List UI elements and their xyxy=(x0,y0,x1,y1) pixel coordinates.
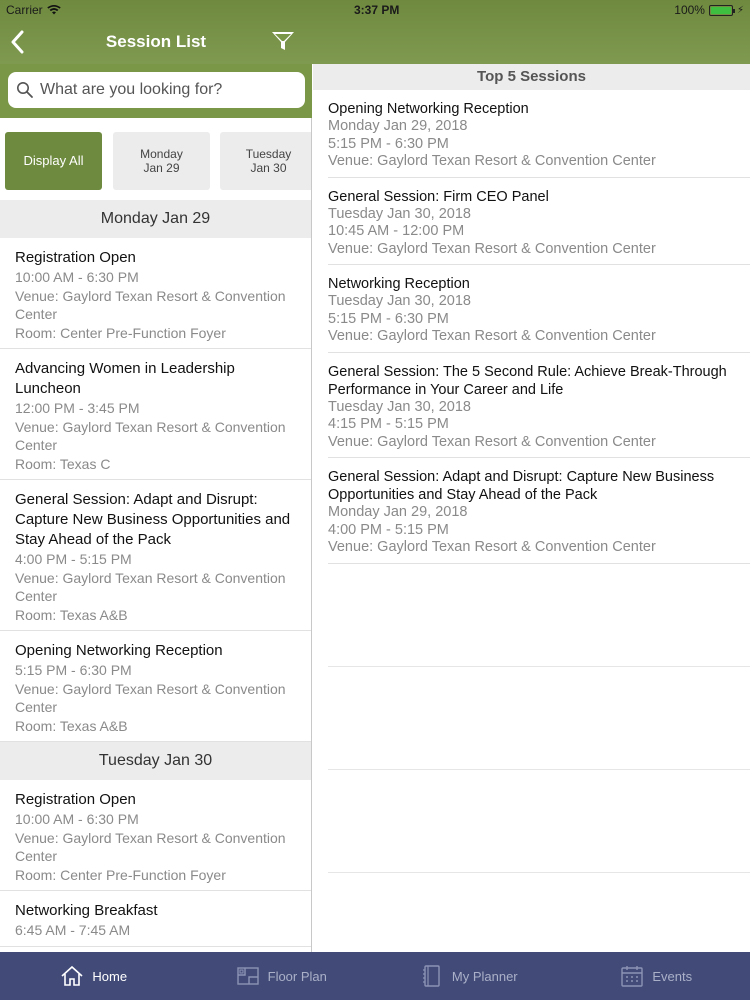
filter-label: Display All xyxy=(23,153,84,168)
top-session-time: 5:15 PM - 6:30 PM xyxy=(328,135,449,152)
session-room: Room: Texas A&B xyxy=(15,606,128,623)
top-session-item[interactable]: General Session: Firm CEO Panel Tuesday … xyxy=(328,178,750,265)
search-icon xyxy=(17,82,33,98)
filter-label: Tuesday xyxy=(245,147,292,161)
session-title: Networking Breakfast xyxy=(15,902,158,919)
session-list-item[interactable]: Advancing Women in Leadership Luncheon 1… xyxy=(0,349,311,480)
filter-tuesday-button[interactable]: Tuesday Jan 30 xyxy=(220,132,311,190)
session-title: General Session: Adapt and Disrupt: Capt… xyxy=(15,491,291,548)
session-venue: Venue: Gaylord Texan Resort & Convention… xyxy=(15,418,286,454)
empty-row xyxy=(328,770,750,873)
home-icon xyxy=(61,965,83,986)
session-list-item[interactable]: Opening Networking Reception 5:15 PM - 6… xyxy=(0,631,311,742)
session-time: 10:00 AM - 6:30 PM xyxy=(15,269,139,285)
top-session-title: Networking Reception xyxy=(328,276,470,292)
session-room: Room: Texas C xyxy=(15,455,111,472)
filter-sublabel: Jan 30 xyxy=(250,161,287,175)
session-venue: Venue: Gaylord Texan Resort & Convention… xyxy=(15,680,286,716)
tab-home[interactable]: Home xyxy=(0,952,188,1000)
top-session-title: General Session: Firm CEO Panel xyxy=(328,188,549,205)
top-session-venue: Venue: Gaylord Texan Resort & Convention… xyxy=(328,539,656,555)
session-list-item[interactable]: Registration Open 10:00 AM - 6:30 PM Ven… xyxy=(0,238,311,349)
session-time: 6:45 AM - 7:45 AM xyxy=(15,922,131,938)
top-session-date: Monday Jan 29, 2018 xyxy=(328,118,468,134)
session-time: 12:00 PM - 3:45 PM xyxy=(15,400,140,416)
status-bar: Carrier 3:37 PM 100% ⚡ xyxy=(0,0,750,20)
day-section-header: Tuesday Jan 30 xyxy=(0,742,311,780)
session-list-item[interactable]: Registration Open 10:00 AM - 6:30 PM Ven… xyxy=(0,780,311,891)
search-input[interactable] xyxy=(40,81,290,99)
nav-bar: Session List xyxy=(0,22,312,64)
page-title: Session List xyxy=(105,32,207,51)
filter-monday-button[interactable]: Monday Jan 29 xyxy=(113,132,210,190)
session-list-pane[interactable]: Display All Monday Jan 29 Tuesday Jan 30… xyxy=(0,118,312,952)
session-room: Room: Center Pre-Function Foyer xyxy=(15,324,226,341)
tab-my-planner[interactable]: My Planner xyxy=(375,952,563,1000)
battery-icon xyxy=(708,4,735,16)
empty-row xyxy=(328,667,750,770)
session-title: Registration Open xyxy=(15,249,136,266)
top-session-title: General Session: Adapt and Disrupt: Capt… xyxy=(328,469,715,503)
top-session-item[interactable]: Opening Networking Reception Monday Jan … xyxy=(328,90,750,178)
battery-percent: 100% xyxy=(674,3,705,17)
top-session-time: 5:15 PM - 6:30 PM xyxy=(328,310,449,327)
session-venue: Venue: Gaylord Texan Resort & Convention… xyxy=(15,569,286,605)
floor-plan-icon xyxy=(236,967,259,985)
top-session-time: 4:15 PM - 5:15 PM xyxy=(328,416,449,432)
filter-label: Monday xyxy=(140,147,183,161)
tab-bar: Home Floor Plan My Planner Events xyxy=(0,952,750,1000)
top-session-title: Opening Networking Reception xyxy=(328,101,529,117)
session-title: Opening Networking Reception xyxy=(15,642,223,659)
planner-icon xyxy=(422,965,440,987)
session-title: Advancing Women in Leadership Luncheon xyxy=(15,360,235,397)
tab-label: Events xyxy=(652,968,693,984)
session-venue: Venue: Gaylord Texan Resort & Convention… xyxy=(15,829,286,865)
empty-row xyxy=(328,564,750,667)
top-session-time: 4:00 PM - 5:15 PM xyxy=(328,521,449,538)
day-filter-bar: Display All Monday Jan 29 Tuesday Jan 30 xyxy=(0,118,311,200)
filter-sublabel: Jan 29 xyxy=(143,161,180,175)
top-session-item[interactable]: Networking Reception Tuesday Jan 30, 201… xyxy=(328,265,750,353)
tab-events[interactable]: Events xyxy=(563,952,750,1000)
top-session-item[interactable]: General Session: The 5 Second Rule: Achi… xyxy=(328,353,750,458)
tab-label: Floor Plan xyxy=(267,968,327,984)
top-session-title: General Session: The 5 Second Rule: Achi… xyxy=(328,363,727,398)
status-right-group: 100% ⚡ xyxy=(674,3,744,17)
top-session-date: Tuesday Jan 30, 2018 xyxy=(328,205,471,222)
session-time: 4:00 PM - 5:15 PM xyxy=(15,551,132,567)
session-time: 10:00 AM - 6:30 PM xyxy=(15,811,139,827)
session-list-item[interactable]: General Session: Adapt and Disrupt: Capt… xyxy=(0,480,311,631)
top-session-venue: Venue: Gaylord Texan Resort & Convention… xyxy=(328,328,656,344)
session-list-item[interactable]: Networking Breakfast 6:45 AM - 7:45 AM xyxy=(0,891,311,947)
session-room: Room: Center Pre-Function Foyer xyxy=(15,866,226,883)
session-title: Registration Open xyxy=(15,791,136,808)
top-session-venue: Venue: Gaylord Texan Resort & Convention… xyxy=(328,240,656,257)
top-session-time: 10:45 AM - 12:00 PM xyxy=(328,223,465,239)
top-sessions-pane[interactable]: Top 5 Sessions Opening Networking Recept… xyxy=(313,64,750,952)
tab-label: My Planner xyxy=(451,968,518,984)
day-section-header: Monday Jan 29 xyxy=(0,200,311,238)
status-time: 3:37 PM xyxy=(354,3,400,17)
top-session-item[interactable]: General Session: Adapt and Disrupt: Capt… xyxy=(328,458,750,564)
top-session-date: Tuesday Jan 30, 2018 xyxy=(328,293,471,309)
tab-floor-plan[interactable]: Floor Plan xyxy=(188,952,376,1000)
charging-bolt-icon: ⚡ xyxy=(736,4,744,16)
top-sessions-header: Top 5 Sessions xyxy=(313,64,750,90)
tab-label: Home xyxy=(92,968,128,984)
top-session-date: Monday Jan 29, 2018 xyxy=(328,504,468,520)
search-box[interactable] xyxy=(8,72,305,108)
top-session-venue: Venue: Gaylord Texan Resort & Convention… xyxy=(328,153,656,169)
session-venue: Venue: Gaylord Texan Resort & Convention… xyxy=(15,287,286,323)
session-time: 5:15 PM - 6:30 PM xyxy=(15,662,132,678)
carrier-label: Carrier xyxy=(6,3,43,17)
status-carrier-group: Carrier xyxy=(6,3,61,17)
calendar-icon xyxy=(621,966,644,987)
top-session-date: Tuesday Jan 30, 2018 xyxy=(328,398,471,415)
session-room: Room: Texas A&B xyxy=(15,717,128,734)
filter-funnel-icon[interactable] xyxy=(270,28,298,56)
wifi-icon xyxy=(46,5,61,15)
filter-display-all-button[interactable]: Display All xyxy=(5,132,102,190)
top-session-venue: Venue: Gaylord Texan Resort & Convention… xyxy=(328,433,656,450)
battery-fill xyxy=(710,6,731,14)
